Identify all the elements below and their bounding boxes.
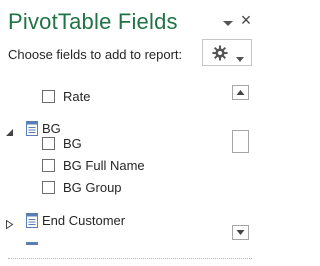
gear-icon (212, 45, 228, 61)
field-list: Rate BG BG BG Full Name BG Group End Cus… (0, 78, 232, 248)
table-label: End Customer (42, 213, 126, 228)
pane-title: PivotTable Fields (8, 9, 178, 34)
field-checkbox[interactable] (42, 90, 55, 103)
field-item[interactable]: BG (0, 133, 232, 155)
field-item[interactable]: Rate (0, 86, 232, 108)
scroll-thumb[interactable] (232, 130, 249, 153)
expand-collapse-icon[interactable] (5, 124, 14, 136)
field-item[interactable]: BG Full Name (0, 155, 232, 177)
chevron-down-icon (236, 50, 244, 62)
section-divider (8, 258, 252, 259)
close-icon[interactable]: × (238, 11, 254, 29)
scroll-up-button[interactable] (232, 85, 249, 100)
field-checkbox[interactable] (42, 137, 55, 150)
field-label: Rate (63, 89, 91, 104)
pivottable-fields-pane: PivotTable Fields × Choose fields to add… (0, 0, 260, 266)
pane-subtitle: Choose fields to add to report: (8, 47, 183, 62)
field-checkbox[interactable] (42, 159, 55, 172)
field-list-settings-button[interactable] (202, 39, 252, 66)
field-label: BG (63, 136, 82, 151)
field-checkbox[interactable] (42, 181, 55, 194)
field-label: BG Group (63, 180, 122, 195)
expand-collapse-icon[interactable] (5, 216, 14, 230)
table-icon-partial (26, 242, 38, 245)
chevron-down-icon (236, 230, 245, 235)
chevron-up-icon (236, 90, 245, 95)
task-pane-options-icon[interactable] (222, 16, 234, 28)
field-item[interactable]: BG Group (0, 177, 232, 199)
scroll-down-button[interactable] (232, 225, 249, 240)
table-node-end-customer[interactable]: End Customer (0, 210, 232, 232)
table-icon (26, 213, 38, 228)
field-list-scrollbar[interactable] (232, 85, 249, 240)
field-label: BG Full Name (63, 158, 145, 173)
